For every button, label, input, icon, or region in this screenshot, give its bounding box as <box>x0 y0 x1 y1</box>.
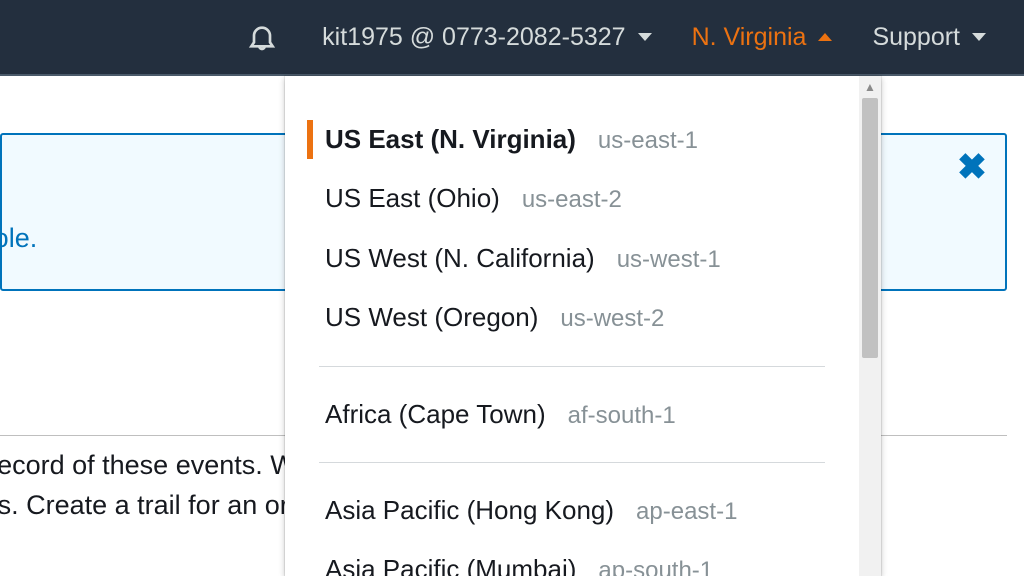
region-dropdown: US East (N. Virginia) us-east-1 US East (O… <box>285 76 881 576</box>
scrollbar[interactable]: ▲ <box>859 76 881 576</box>
chevron-down-icon <box>638 33 652 41</box>
chevron-down-icon <box>972 33 986 41</box>
region-option-label: Africa (Cape Town) <box>325 397 546 432</box>
account-menu[interactable]: kit1975 @ 0773-2082-5327 <box>302 0 671 74</box>
region-option-code: us-west-2 <box>560 303 664 335</box>
region-option[interactable]: US East (Ohio) us-east-2 <box>285 169 859 228</box>
region-list: US East (N. Virginia) us-east-1 US East (O… <box>285 76 859 576</box>
alert-message: Experience the new console. <box>0 223 37 254</box>
region-option[interactable]: US East (N. Virginia) us-east-1 <box>285 110 859 169</box>
notifications-button[interactable] <box>222 21 302 53</box>
top-nav-bar: kit1975 @ 0773-2082-5327 N. Virginia Sup… <box>0 0 1024 76</box>
region-option-code: ap-south-1 <box>598 555 713 576</box>
region-option-code: af-south-1 <box>568 400 676 432</box>
region-group-divider <box>319 366 825 367</box>
region-option[interactable]: US West (Oregon) us-west-2 <box>285 288 859 347</box>
alert-close-button[interactable]: ✖ <box>957 149 987 185</box>
region-option-code: us-west-1 <box>617 244 721 276</box>
region-option-label: US West (N. California) <box>325 241 595 276</box>
region-option-label: US East (Ohio) <box>325 181 500 216</box>
region-group-divider <box>319 462 825 463</box>
support-label: Support <box>872 23 960 52</box>
region-label: N. Virginia <box>692 23 807 52</box>
bell-icon <box>246 21 278 53</box>
region-option-code: us-east-1 <box>598 125 698 157</box>
support-menu[interactable]: Support <box>852 0 1006 74</box>
scrollbar-thumb[interactable] <box>862 98 878 358</box>
region-option[interactable]: US West (N. California) us-west-1 <box>285 229 859 288</box>
region-option[interactable]: Asia Pacific (Hong Kong) ap-east-1 <box>285 481 859 540</box>
region-menu-toggle[interactable]: N. Virginia <box>672 0 853 74</box>
region-option-label: Asia Pacific (Hong Kong) <box>325 493 614 528</box>
region-option[interactable]: Africa (Cape Town) af-south-1 <box>285 385 859 444</box>
region-option[interactable]: Asia Pacific (Mumbai) ap-south-1 <box>285 540 859 576</box>
chevron-up-icon <box>818 33 832 41</box>
region-option-label: Asia Pacific (Mumbai) <box>325 552 576 576</box>
region-option-code: ap-east-1 <box>636 496 737 528</box>
region-option-code: us-east-2 <box>522 184 622 216</box>
region-option-label: US West (Oregon) <box>325 300 538 335</box>
account-label: kit1975 @ 0773-2082-5327 <box>322 23 625 52</box>
scroll-up-arrow-icon[interactable]: ▲ <box>859 76 881 98</box>
region-option-label: US East (N. Virginia) <box>325 122 576 157</box>
